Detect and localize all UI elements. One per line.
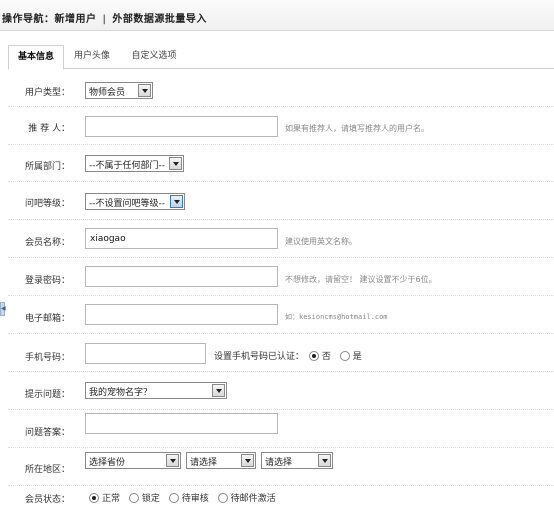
department-label: 所属部门： [24,162,70,172]
member-name-hint: 建议使用英文名称。 [285,237,357,246]
mobile-input[interactable] [85,343,206,364]
province-value: 选择省份 [89,458,126,468]
city-value: 请选择 [190,458,218,468]
email-hint: 如：kesioncms@hotmail.com [285,313,388,321]
chevron-down-icon [166,454,179,467]
region-label: 所在地区： [24,465,70,475]
tab-bar: 基本信息 用户头像 自定义选项 [8,45,554,70]
referrer-label: 推 荐 人： [28,124,70,134]
status-label: 会员状态： [24,495,70,505]
chevron-down-icon [138,84,151,97]
row-question: 提示问题： 我的宠物名字？ [8,372,554,410]
password-label: 登录密码： [24,276,70,286]
mobile-label: 手机号码： [24,353,70,363]
email-label: 电子邮箱： [24,314,70,324]
top-nav-bar: 操作导航：新增用户 | 外部数据源批量导入 [0,0,554,31]
department-value: --不属于任何部门-- [89,161,165,171]
row-password: 登录密码： 不想修改，请留空！ 建议设置不少于6位。 [8,258,554,296]
chevron-down-icon [170,195,183,208]
city-select[interactable]: 请选择 [186,452,256,469]
radio-icon [168,492,179,503]
referrer-input[interactable] [85,116,278,137]
referrer-hint: 如果有推荐人，请填写推荐人的用户名。 [285,124,429,133]
email-input[interactable] [85,304,278,325]
status-pending-review[interactable]: 待审核 [168,491,209,504]
tab-user-avatar[interactable]: 用户头像 [66,45,118,69]
radio-icon [89,492,99,503]
breadcrumb: 操作导航：新增用户 | 外部数据源批量导入 [2,10,207,25]
row-referrer: 推 荐 人： 如果有推荐人，请填写推荐人的用户名。 [8,107,554,145]
radio-icon [308,350,319,361]
mobile-verified-group: 设置手机号码已认证： 否 是 [214,349,368,362]
chevron-down-icon [212,384,225,397]
row-user-type: 用户类型： 物师会员 [8,70,554,107]
chevron-down-icon [169,157,182,170]
radio-icon [339,350,350,361]
chevron-down-icon [241,454,254,467]
question-select[interactable]: 我的宠物名字？ [85,382,227,399]
nav-separator: | [102,14,107,25]
row-email: 电子邮箱： 如：kesioncms@hotmail.com [8,296,554,334]
question-value: 我的宠物名字？ [89,388,153,398]
row-department: 所属部门： --不属于任何部门-- [8,145,554,182]
arrow-left-icon: ◀ [1,305,6,312]
batch-import-link[interactable]: 外部数据源批量导入 [112,14,207,25]
mobile-verified-yes[interactable]: 是 [339,349,362,362]
status-pending-email[interactable]: 待邮件激活 [217,491,276,504]
answer-input[interactable] [85,413,278,434]
row-answer: 问题答案： [8,410,554,448]
row-wenba-level: 问吧等级： --不设置问吧等级-- [8,182,554,220]
radio-icon [217,492,228,503]
status-locked[interactable]: 锁定 [128,491,160,504]
department-select[interactable]: --不属于任何部门-- [85,155,184,172]
wenba-level-label: 问吧等级： [24,199,70,209]
user-type-label: 用户类型： [24,88,70,98]
user-type-value: 物师会员 [89,88,126,98]
sidebar-collapse-toggle[interactable]: ◀ [0,302,6,316]
row-mobile: 手机号码： 设置手机号码已认证： 否 是 [8,334,554,372]
status-normal[interactable]: 正常 [89,491,120,504]
district-value: 请选择 [265,458,293,468]
password-input[interactable] [85,266,278,287]
radio-icon [128,492,139,503]
user-type-select[interactable]: 物师会员 [85,82,153,99]
tab-basic-info[interactable]: 基本信息 [8,45,64,70]
row-status: 会员状态： 正常 锁定 待审核 待邮件激活 [8,486,554,512]
status-group: 正常 锁定 待审核 待邮件激活 [89,491,282,504]
province-select[interactable]: 选择省份 [85,452,181,469]
wenba-level-select[interactable]: --不设置问吧等级-- [85,193,185,210]
nav-current: 新增用户 [54,14,97,25]
wenba-level-value: --不设置问吧等级-- [89,199,165,209]
nav-prefix: 操作导航： [2,14,55,25]
member-name-label: 会员名称： [24,238,70,248]
mobile-verified-no[interactable]: 否 [308,349,331,362]
row-region: 所在地区： 选择省份 请选择 请选择 [8,448,554,486]
password-hint: 不想修改，请留空！ 建议设置不少于6位。 [285,275,437,284]
chevron-down-icon [318,454,331,467]
district-select[interactable]: 请选择 [261,452,333,469]
question-label: 提示问题： [24,390,70,400]
mobile-verified-label: 设置手机号码已认证： [214,352,305,362]
tab-custom-options[interactable]: 自定义选项 [122,45,186,69]
member-name-input[interactable] [85,228,278,249]
answer-label: 问题答案： [24,428,70,438]
row-member-name: 会员名称： 建议使用英文名称。 [8,220,554,258]
